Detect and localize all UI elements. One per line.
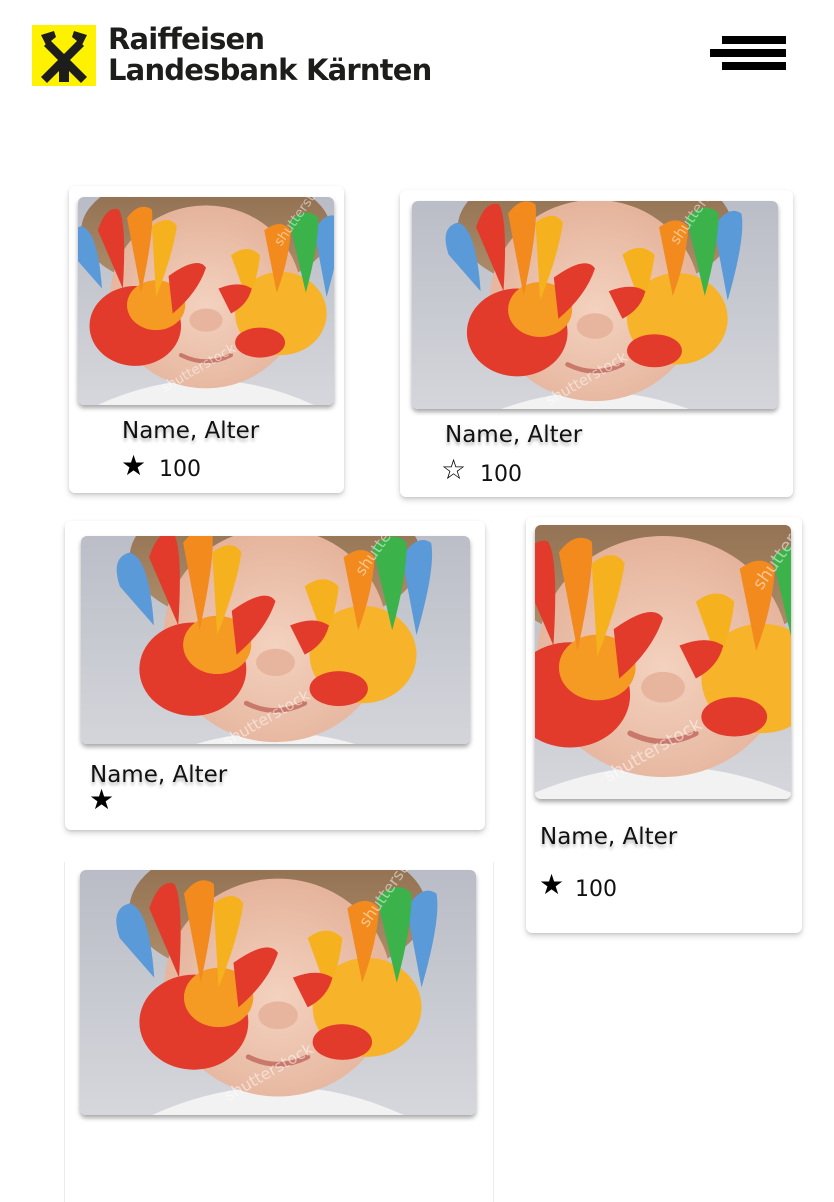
child-painted-hands-photo xyxy=(535,525,791,799)
star-outline-icon[interactable]: ☆ xyxy=(441,456,466,484)
star-filled-icon[interactable]: ★ xyxy=(89,786,114,814)
child-painted-hands-photo xyxy=(81,536,470,744)
card-name-age: Name, Alter xyxy=(540,824,678,850)
star-filled-icon[interactable]: ★ xyxy=(539,871,564,899)
card-score: 100 xyxy=(575,877,617,902)
hamburger-menu-icon[interactable] xyxy=(708,34,788,76)
profile-card[interactable]: Name, Alter ★ 100 xyxy=(526,517,802,933)
card-score: 100 xyxy=(480,462,522,487)
menu-bar-middle xyxy=(710,49,786,57)
profile-card[interactable]: Name, Alter ★ 100 xyxy=(69,186,344,493)
menu-bar-bottom xyxy=(722,62,786,70)
child-painted-hands-photo xyxy=(412,201,778,409)
logo-wordmark: Raiffeisen Landesbank Kärnten xyxy=(108,24,432,86)
profile-card[interactable]: Name, Alter ★ xyxy=(65,521,485,830)
raiffeisen-crossed-horse-heads-icon xyxy=(32,24,96,86)
card-score: 100 xyxy=(159,457,201,482)
star-filled-icon[interactable]: ★ xyxy=(121,452,146,480)
logo-line-2: Landesbank Kärnten xyxy=(108,53,432,87)
bank-logo[interactable]: Raiffeisen Landesbank Kärnten xyxy=(32,24,436,86)
card-name-age: Name, Alter xyxy=(445,422,583,448)
menu-bar-top xyxy=(722,36,786,44)
card-name-age: Name, Alter xyxy=(122,418,260,444)
logo-line-1: Raiffeisen xyxy=(108,22,265,56)
child-painted-hands-photo xyxy=(80,870,476,1115)
profile-card[interactable]: Name, Alter ☆ 100 xyxy=(400,190,793,497)
profile-card[interactable] xyxy=(65,862,493,1202)
child-painted-hands-photo xyxy=(78,197,334,405)
